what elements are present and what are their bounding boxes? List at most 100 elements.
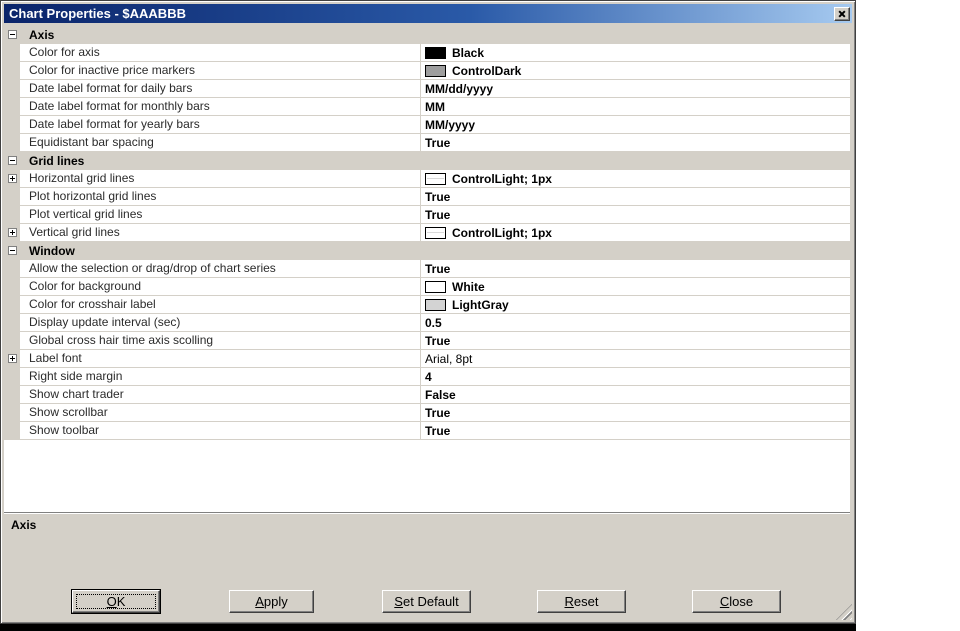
close-button[interactable] [834, 6, 850, 21]
property-row[interactable]: Show chart trader False [4, 386, 850, 404]
property-row[interactable]: Color for background White [4, 278, 850, 296]
property-row[interactable]: Show toolbar True [4, 422, 850, 440]
row-margin [4, 98, 20, 115]
property-value[interactable]: 4 [421, 368, 850, 385]
category-row[interactable]: Window [4, 242, 850, 260]
row-margin [4, 80, 20, 97]
row-margin [4, 278, 20, 295]
property-name[interactable]: Display update interval (sec) [20, 314, 421, 331]
property-value-text: False [425, 387, 456, 402]
property-value-text: True [425, 261, 451, 276]
property-value[interactable]: ControlLight; 1px [421, 170, 850, 187]
property-name[interactable]: Equidistant bar spacing [20, 134, 421, 151]
property-value-text: True [425, 189, 451, 204]
property-value-text: LightGray [452, 297, 509, 312]
collapse-icon[interactable] [8, 30, 17, 39]
property-name[interactable]: Color for crosshair label [20, 296, 421, 313]
property-name[interactable]: Color for axis [20, 44, 421, 61]
property-row[interactable]: Allow the selection or drag/drop of char… [4, 260, 850, 278]
property-row[interactable]: Show scrollbar True [4, 404, 850, 422]
property-name[interactable]: Color for inactive price markers [20, 62, 421, 79]
property-value-text: True [425, 207, 451, 222]
expand-icon[interactable] [8, 228, 17, 237]
collapse-icon[interactable] [8, 246, 17, 255]
row-margin [4, 260, 20, 277]
property-value-text: MM [425, 99, 445, 114]
property-value[interactable]: LightGray [421, 296, 850, 313]
property-value-text: True [425, 405, 451, 420]
property-grid: Axis Color for axis Black Color for inactiv… [4, 26, 850, 513]
property-value[interactable]: 0.5 [421, 314, 850, 331]
property-name[interactable]: Vertical grid lines [20, 224, 421, 241]
property-row[interactable]: Global cross hair time axis scolling True [4, 332, 850, 350]
line-style-swatch [425, 226, 446, 239]
property-value-text: ControlDark [452, 63, 522, 78]
property-name[interactable]: Plot vertical grid lines [20, 206, 421, 223]
property-name[interactable]: Date label format for daily bars [20, 80, 421, 97]
property-value[interactable]: True [421, 134, 850, 151]
property-value[interactable]: MM/yyyy [421, 116, 850, 133]
expand-icon[interactable] [8, 354, 17, 363]
property-row[interactable]: Date label format for yearly bars MM/yyyy [4, 116, 850, 134]
category-row[interactable]: Grid lines [4, 152, 850, 170]
property-row[interactable]: Display update interval (sec) 0.5 [4, 314, 850, 332]
property-row[interactable]: Color for crosshair label LightGray [4, 296, 850, 314]
property-name[interactable]: Label font [20, 350, 421, 367]
property-value[interactable]: True [421, 260, 850, 277]
property-name[interactable]: Allow the selection or drag/drop of char… [20, 260, 421, 277]
property-value[interactable]: True [421, 188, 850, 205]
resize-grip[interactable] [836, 604, 852, 620]
property-row[interactable]: Label font Arial, 8pt [4, 350, 850, 368]
property-name[interactable]: Show toolbar [20, 422, 421, 439]
property-value[interactable]: MM/dd/yyyy [421, 80, 850, 97]
property-row[interactable]: Color for axis Black [4, 44, 850, 62]
title-bar[interactable]: Chart Properties - $AAABBB [4, 4, 852, 23]
property-value[interactable]: ControlLight; 1px [421, 224, 850, 241]
property-name[interactable]: Right side margin [20, 368, 421, 385]
property-value-text: MM/yyyy [425, 117, 476, 132]
property-value-text: Black [452, 45, 485, 60]
reset-button[interactable]: Reset [537, 590, 626, 613]
property-value[interactable]: True [421, 206, 850, 223]
property-value[interactable]: White [421, 278, 850, 295]
row-margin [4, 350, 20, 367]
property-value[interactable]: Black [421, 44, 850, 61]
property-row[interactable]: Color for inactive price markers ControlD… [4, 62, 850, 80]
property-row[interactable]: Plot horizontal grid lines True [4, 188, 850, 206]
ok-button[interactable]: OK [72, 590, 160, 613]
property-value-text: True [425, 135, 451, 150]
property-value-text: ControlLight; 1px [452, 171, 552, 186]
property-row[interactable]: Date label format for monthly bars MM [4, 98, 850, 116]
expand-icon[interactable] [8, 174, 17, 183]
property-row[interactable]: Plot vertical grid lines True [4, 206, 850, 224]
collapse-icon[interactable] [8, 156, 17, 165]
property-value[interactable]: Arial, 8pt [421, 350, 850, 367]
set-default-button[interactable]: Set Default [382, 590, 471, 613]
property-value[interactable]: ControlDark [421, 62, 850, 79]
row-margin [4, 368, 20, 385]
property-name[interactable]: Global cross hair time axis scolling [20, 332, 421, 349]
property-row[interactable]: Horizontal grid lines ControlLight; 1px [4, 170, 850, 188]
property-name[interactable]: Plot horizontal grid lines [20, 188, 421, 205]
property-row[interactable]: Vertical grid lines ControlLight; 1px [4, 224, 850, 242]
property-name[interactable]: Show chart trader [20, 386, 421, 403]
property-name[interactable]: Color for background [20, 278, 421, 295]
property-row[interactable]: Date label format for daily bars MM/dd/yy… [4, 80, 850, 98]
property-name[interactable]: Date label format for yearly bars [20, 116, 421, 133]
property-value[interactable]: MM [421, 98, 850, 115]
property-row[interactable]: Equidistant bar spacing True [4, 134, 850, 152]
close-button[interactable]: Close [692, 590, 781, 613]
property-name[interactable]: Show scrollbar [20, 404, 421, 421]
property-value[interactable]: False [421, 386, 850, 403]
apply-button[interactable]: Apply [229, 590, 314, 613]
property-value[interactable]: True [421, 422, 850, 439]
row-margin [4, 296, 20, 313]
property-name[interactable]: Date label format for monthly bars [20, 98, 421, 115]
category-row[interactable]: Axis [4, 26, 850, 44]
property-value-text: 0.5 [425, 315, 442, 330]
property-name[interactable]: Horizontal grid lines [20, 170, 421, 187]
property-row[interactable]: Right side margin 4 [4, 368, 850, 386]
row-margin [4, 404, 20, 421]
property-value[interactable]: True [421, 332, 850, 349]
property-value[interactable]: True [421, 404, 850, 421]
